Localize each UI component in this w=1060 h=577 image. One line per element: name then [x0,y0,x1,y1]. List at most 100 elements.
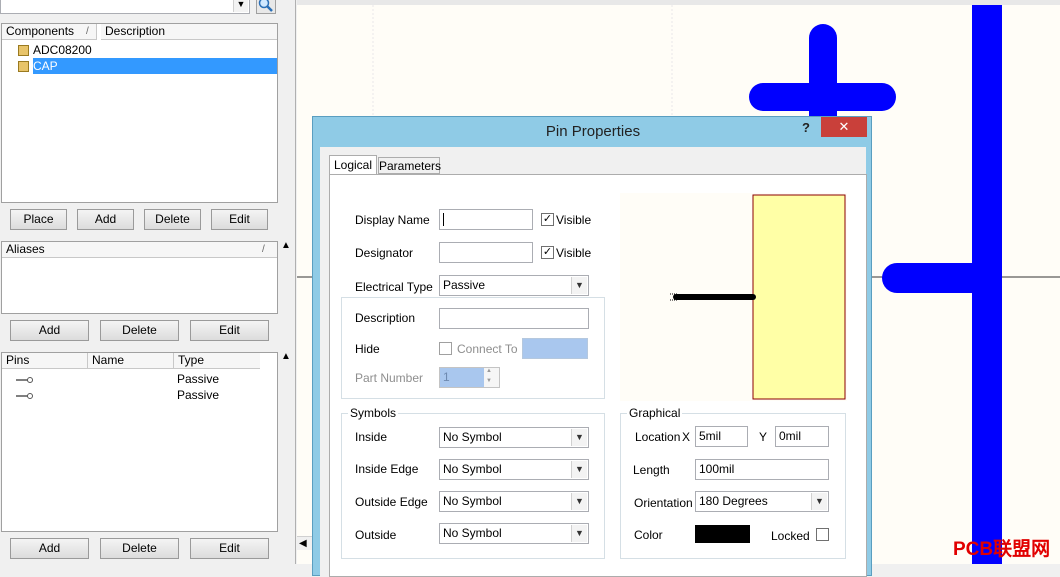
filter-combo[interactable]: ▼ [0,0,250,14]
color-label: Color [634,528,663,542]
text-cursor [443,213,444,226]
close-button[interactable]: ✕ [821,117,867,137]
electrical-type-label: Electrical Type [355,280,433,294]
zoom-icon[interactable] [256,0,276,14]
pins-header[interactable]: Pins [2,353,88,369]
location-x-label: X [682,430,691,444]
chevron-down-icon: ▼ [571,429,587,446]
tab-logical[interactable]: Logical [329,155,377,175]
chevron-down-icon[interactable]: ▼ [233,0,248,12]
hide-label: Hide [355,342,380,356]
name-header[interactable]: Name [88,353,174,369]
electrical-type-select[interactable]: Passive ▼ [439,275,589,296]
spin-down-icon: ▼ [486,378,492,384]
component-icon [18,61,29,73]
inside-edge-label: Inside Edge [355,462,419,476]
pin-color-swatch[interactable] [695,525,750,543]
chevron-down-icon: ▼ [571,525,587,542]
inside-edge-select[interactable]: No Symbol ▼ [439,459,589,480]
components-header[interactable]: Components / [2,24,97,40]
tab-parameters[interactable]: Parameters [378,157,441,174]
aliases-header-label: Aliases [6,242,45,256]
component-name: CAP [33,58,277,74]
inside-select[interactable]: No Symbol ▼ [439,427,589,448]
collapse-pins-icon[interactable]: ▲ [281,351,291,362]
designator-visible-checkbox[interactable]: ✓ [541,246,554,259]
components-header-label: Components [6,24,75,38]
pin-type: Passive [177,388,220,402]
delete-component-button[interactable]: Delete [144,209,201,230]
help-icon[interactable]: ? [802,120,810,135]
outside-select[interactable]: No Symbol ▼ [439,523,589,544]
orientation-select[interactable]: 180 Degrees ▼ [695,491,829,512]
chevron-down-icon: ▼ [571,461,587,478]
outside-label: Outside [355,528,397,542]
description-label: Description [355,311,416,325]
add-component-button[interactable]: Add [77,209,134,230]
hide-checkbox[interactable] [439,342,452,355]
length-field[interactable]: 100mil [695,459,829,480]
location-x-field[interactable]: 5mil [695,426,748,447]
locked-checkbox[interactable] [816,528,829,541]
designator-field[interactable] [439,242,533,263]
pin-properties-dialog: Pin Properties ? ✕ Logical Parameters Di… [312,116,872,577]
table-row[interactable]: Passive [16,387,256,403]
tab-logical-label: Logical [333,158,373,172]
display-name-field[interactable] [439,209,533,230]
orientation-value: 180 Degrees [699,494,768,508]
pin-type: Passive [177,372,220,386]
aliases-list: Aliases / [1,241,278,314]
part-number-value: 1 [440,368,484,387]
location-label: Location [635,430,681,444]
display-name-label: Display Name [355,213,430,227]
add-pin-button[interactable]: Add [10,538,89,559]
outside-edge-select[interactable]: No Symbol ▼ [439,491,589,512]
symbols-title: Symbols [348,406,399,420]
description-field[interactable] [439,308,589,329]
close-icon: ✕ [838,119,850,134]
add-alias-button[interactable]: Add [10,320,89,341]
designator-visible-label: Visible [556,246,592,260]
pin-icon [16,392,33,399]
location-y-label: Y [759,430,768,444]
edit-component-button[interactable]: Edit [211,209,268,230]
display-name-visible-checkbox[interactable]: ✓ [541,213,554,226]
place-button[interactable]: Place [10,209,67,230]
component-name: ADC08200 [33,43,92,57]
table-row[interactable]: Passive [16,371,256,387]
outside-edge-label: Outside Edge [355,495,428,509]
list-item[interactable]: CAP [18,58,277,74]
component-icon [18,45,29,57]
part-number-stepper: 1 ▲ ▼ [439,367,500,388]
edit-pin-button[interactable]: Edit [190,538,269,559]
display-name-visible-label: Visible [556,213,592,227]
left-panel: ▼ Components / Description ADC08200 CAP … [0,0,296,564]
inside-label: Inside [355,430,388,444]
length-label: Length [633,463,670,477]
list-item[interactable]: ADC08200 [18,42,277,58]
connect-to-label: Connect To [457,342,518,356]
pins-list: Pins Name Type Passive Passive [1,352,278,532]
watermark: PCB联盟网 [953,539,1051,560]
outside-edge-value: No Symbol [443,494,502,508]
type-header[interactable]: Type [174,353,260,369]
orientation-label: Orientation [634,496,693,510]
chevron-down-icon: ▼ [571,277,587,294]
locked-label: Locked [771,529,810,543]
edit-alias-button[interactable]: Edit [190,320,269,341]
aliases-header[interactable]: Aliases / [2,242,277,258]
delete-alias-button[interactable]: Delete [100,320,179,341]
part-number-label: Part Number [355,371,424,385]
description-header[interactable]: Description [101,24,277,40]
location-y-field[interactable]: 0mil [775,426,829,447]
pin-preview [620,193,847,401]
spin-up-icon: ▲ [486,368,492,374]
scroll-left-icon[interactable]: ◀ [299,538,307,549]
collapse-aliases-icon[interactable]: ▲ [281,240,291,251]
inside-value: No Symbol [443,430,502,444]
dialog-title: Pin Properties [545,123,641,140]
electrical-type-value: Passive [443,278,486,292]
graphical-title: Graphical [627,406,683,420]
components-list: Components / Description ADC08200 CAP [1,23,278,203]
delete-pin-button[interactable]: Delete [100,538,179,559]
